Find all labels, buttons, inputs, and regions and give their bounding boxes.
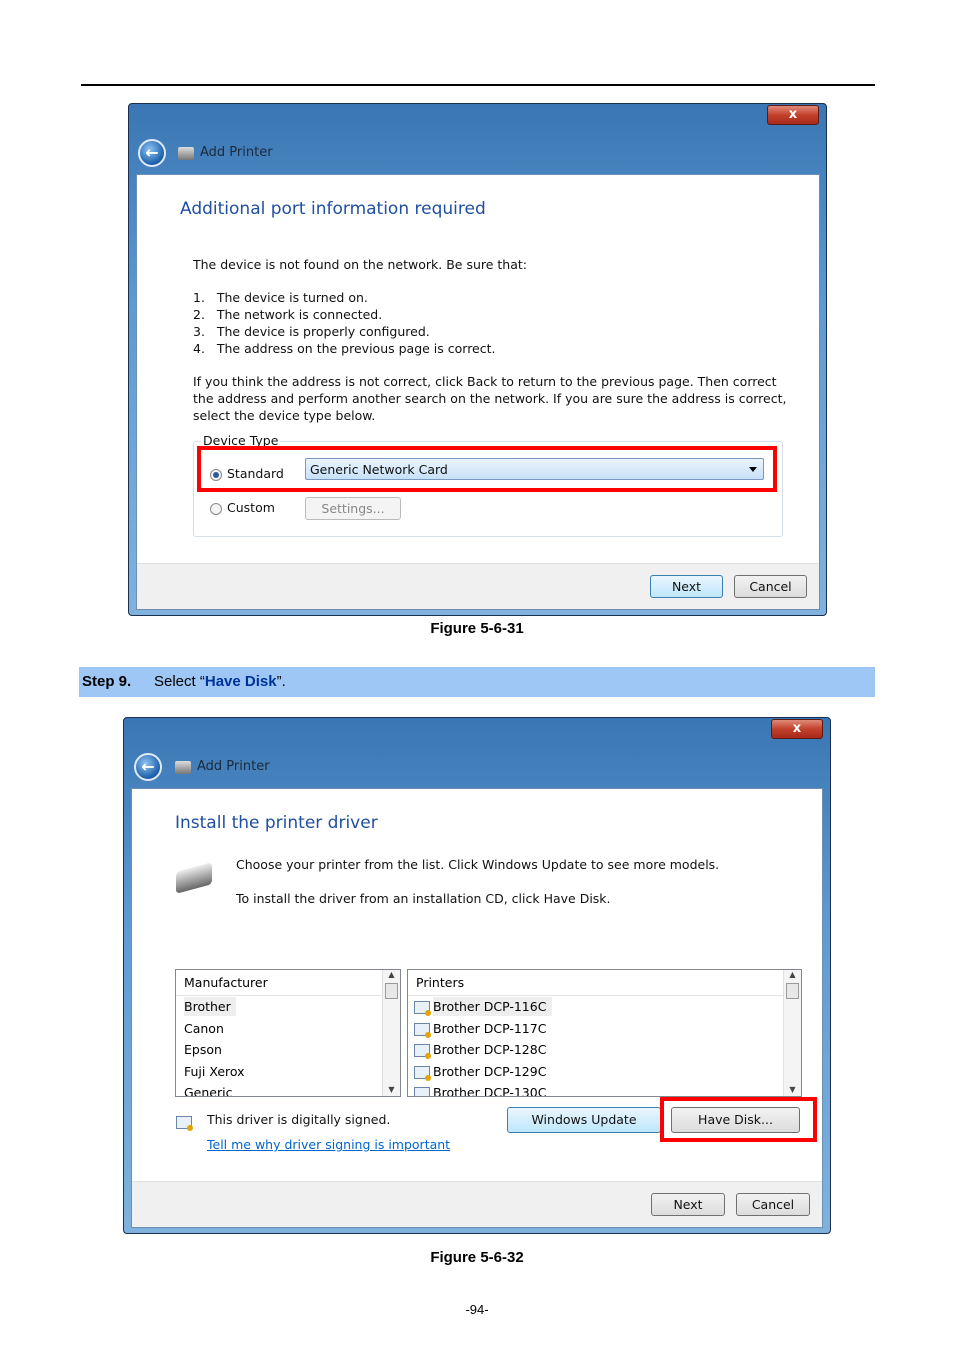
list-item[interactable]: Brother DCP-129C bbox=[408, 1061, 801, 1083]
page-heading: Additional port information required bbox=[180, 199, 486, 219]
scroll-up-icon[interactable]: ▲ bbox=[383, 970, 400, 979]
list-item[interactable]: Brother DCP-130C bbox=[408, 1082, 801, 1097]
scrollbar[interactable]: ▲ ▼ bbox=[382, 970, 400, 1096]
scroll-down-icon[interactable]: ▼ bbox=[784, 1085, 801, 1094]
highlight-box bbox=[197, 446, 777, 492]
certificate-icon bbox=[414, 1022, 431, 1038]
certificate-icon bbox=[414, 1065, 431, 1081]
checklist-item: 4. The address on the previous page is c… bbox=[193, 341, 496, 356]
highlight-box bbox=[660, 1097, 817, 1142]
list-item[interactable]: Brother DCP-128C bbox=[408, 1039, 801, 1061]
list-item[interactable]: Generic bbox=[176, 1082, 400, 1096]
dialog-footer: Next Cancel bbox=[137, 563, 819, 609]
list-item[interactable]: Brother DCP-116C bbox=[408, 996, 801, 1018]
list-item-label: Brother DCP-116C bbox=[433, 997, 553, 1016]
intro-text: The device is not found on the network. … bbox=[193, 257, 527, 272]
list-item-label: Brother DCP-130C bbox=[433, 1085, 547, 1097]
checklist-item: 1. The device is turned on. bbox=[193, 290, 368, 305]
driver-signing-link[interactable]: Tell me why driver signing is important bbox=[207, 1136, 450, 1153]
certificate-icon bbox=[414, 1001, 431, 1016]
certificate-icon bbox=[414, 1087, 430, 1096]
cancel-button[interactable]: Cancel bbox=[734, 575, 807, 598]
step-text-before: Select “ bbox=[154, 673, 205, 690]
instruction-line-1: Choose your printer from the list. Click… bbox=[236, 857, 720, 872]
step-label: Step 9. bbox=[82, 673, 132, 690]
next-button[interactable]: Next bbox=[651, 1193, 725, 1216]
dialog-content: Additional port information required The… bbox=[136, 174, 820, 610]
step-highlight: Have Disk bbox=[204, 673, 277, 690]
signed-text: This driver is digitally signed. bbox=[207, 1112, 391, 1127]
close-button[interactable]: x bbox=[771, 719, 823, 739]
dialog-footer: Next Cancel bbox=[132, 1181, 822, 1227]
list-item-label: Brother bbox=[184, 997, 236, 1016]
printers-header: Printers bbox=[408, 970, 783, 996]
step-bar: Step 9. Select “Have Disk”. bbox=[79, 667, 875, 697]
instructions-paragraph: If you think the address is not correct,… bbox=[193, 374, 787, 423]
page-heading: Install the printer driver bbox=[175, 813, 378, 833]
scroll-up-icon[interactable]: ▲ bbox=[784, 970, 801, 979]
list-item-label: Brother DCP-117C bbox=[433, 1020, 547, 1036]
printer-icon bbox=[175, 761, 191, 774]
figure-caption: Figure 5-6-32 bbox=[430, 1249, 524, 1266]
settings-button[interactable]: Settings... bbox=[305, 497, 401, 520]
instruction-line-2: To install the driver from an installati… bbox=[236, 891, 611, 906]
custom-radio[interactable]: Custom bbox=[210, 499, 275, 516]
add-printer-dialog-driver: x ← Add Printer Install the printer driv… bbox=[123, 717, 831, 1234]
manufacturer-header: Manufacturer bbox=[176, 970, 382, 996]
step-text-after: ”. bbox=[276, 673, 286, 690]
radio-unselected-icon bbox=[210, 502, 222, 515]
close-button[interactable]: x bbox=[767, 105, 819, 125]
next-button[interactable]: Next bbox=[650, 575, 723, 598]
top-rule bbox=[81, 84, 875, 86]
manufacturer-list[interactable]: Manufacturer Brother Canon Epson Fuji Xe… bbox=[175, 969, 401, 1097]
printer-icon bbox=[178, 147, 194, 160]
list-item[interactable]: Fuji Xerox bbox=[176, 1061, 400, 1083]
windows-update-button[interactable]: Windows Update bbox=[507, 1107, 661, 1133]
window-title: Add Printer bbox=[200, 145, 273, 160]
list-item[interactable]: Brother DCP-117C bbox=[408, 1018, 801, 1040]
dialog-content: Install the printer driver Choose your p… bbox=[131, 788, 823, 1228]
checklist-item: 3. The device is properly configured. bbox=[193, 324, 430, 339]
page-number: -94- bbox=[465, 1302, 489, 1317]
back-arrow-icon[interactable]: ← bbox=[138, 139, 166, 167]
back-arrow-icon[interactable]: ← bbox=[134, 753, 162, 781]
scrollbar[interactable]: ▲ ▼ bbox=[783, 970, 801, 1096]
cancel-button[interactable]: Cancel bbox=[736, 1193, 810, 1216]
figure-caption: Figure 5-6-31 bbox=[430, 620, 524, 637]
add-printer-dialog-port: x ← Add Printer Additional port informat… bbox=[128, 103, 827, 616]
printers-list[interactable]: Printers Brother DCP-116C Brother DCP-11… bbox=[407, 969, 802, 1097]
certificate-icon bbox=[176, 1116, 193, 1131]
list-item-label: Brother DCP-128C bbox=[433, 1042, 547, 1057]
list-item[interactable]: Canon bbox=[176, 1018, 400, 1040]
window-title: Add Printer bbox=[197, 759, 270, 774]
custom-label: Custom bbox=[227, 500, 275, 515]
checklist-item: 2. The network is connected. bbox=[193, 307, 383, 322]
list-item-label: Brother DCP-129C bbox=[433, 1063, 547, 1079]
scroll-down-icon[interactable]: ▼ bbox=[383, 1085, 400, 1094]
step-text: Select “Have Disk”. bbox=[154, 667, 286, 697]
printer-driver-icon bbox=[176, 862, 212, 894]
scroll-thumb[interactable] bbox=[786, 983, 799, 999]
certificate-icon bbox=[414, 1044, 431, 1059]
list-item[interactable]: Brother bbox=[176, 996, 400, 1018]
list-item[interactable]: Epson bbox=[176, 1039, 400, 1061]
scroll-thumb[interactable] bbox=[385, 983, 398, 999]
